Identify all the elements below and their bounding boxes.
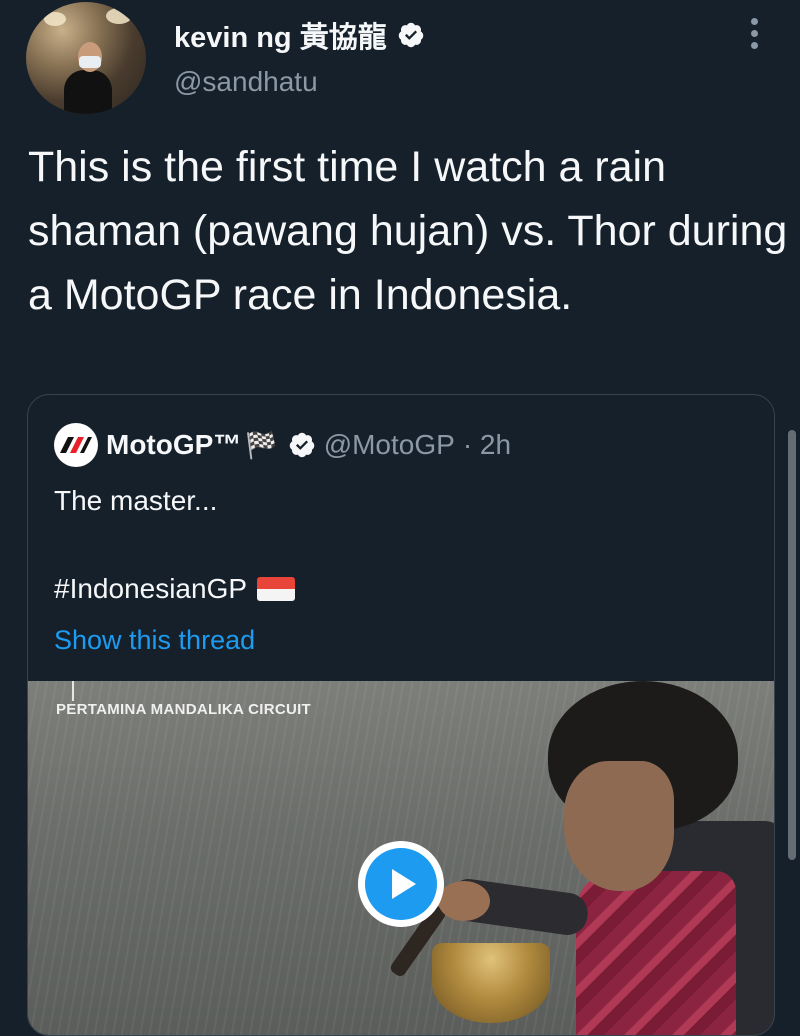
- caption-tick: [72, 681, 74, 701]
- author-avatar[interactable]: [26, 2, 146, 114]
- hashtag-link[interactable]: #IndonesianGP: [54, 573, 247, 605]
- avatar-mask: [79, 56, 101, 68]
- author-handle[interactable]: @sandhatu: [174, 66, 318, 98]
- shaman-hand: [438, 881, 490, 921]
- video-caption: PERTAMINA MANDALIKA CIRCUIT: [56, 701, 312, 718]
- quoted-display-name[interactable]: MotoGP™: [106, 429, 241, 461]
- author-display-name[interactable]: kevin ng 黃協龍: [174, 14, 387, 56]
- avatar-lamp: [106, 8, 132, 24]
- quoted-tweet-text: The master...: [54, 485, 218, 516]
- motogp-logo-mark: [60, 437, 92, 453]
- play-button-icon[interactable]: [358, 841, 444, 927]
- shaman-shirt: [576, 871, 736, 1035]
- quoted-timestamp[interactable]: · 2h: [463, 429, 511, 461]
- avatar-person-body: [64, 70, 112, 114]
- scrollbar[interactable]: [788, 430, 796, 860]
- video-thumbnail[interactable]: PERTAMINA MANDALIKA CIRCUIT: [28, 681, 774, 1035]
- motogp-logo-icon[interactable]: [54, 423, 98, 467]
- quoted-tweet-header: MotoGP™ 🏁 @MotoGP · 2h: [54, 423, 511, 467]
- singing-bowl: [432, 943, 550, 1023]
- quoted-handle[interactable]: @MotoGP: [324, 429, 455, 461]
- quoted-verified-badge-icon: [289, 432, 314, 458]
- tweet-text: This is the first time I watch a rain sh…: [28, 143, 788, 319]
- show-thread-link[interactable]: Show this thread: [54, 625, 255, 656]
- indonesia-flag-icon: [257, 577, 296, 601]
- verified-badge-icon: [398, 22, 423, 48]
- avatar-lamp: [44, 12, 66, 26]
- shaman-face: [564, 761, 674, 891]
- quoted-hashtag-row: #IndonesianGP: [54, 573, 296, 605]
- author-name-row: kevin ng 黃協龍: [174, 14, 425, 56]
- quoted-tweet-card[interactable]: MotoGP™ 🏁 @MotoGP · 2h The master... #In…: [27, 394, 775, 1036]
- more-options-icon[interactable]: [744, 18, 764, 58]
- checkered-flag-icon: 🏁: [245, 429, 278, 460]
